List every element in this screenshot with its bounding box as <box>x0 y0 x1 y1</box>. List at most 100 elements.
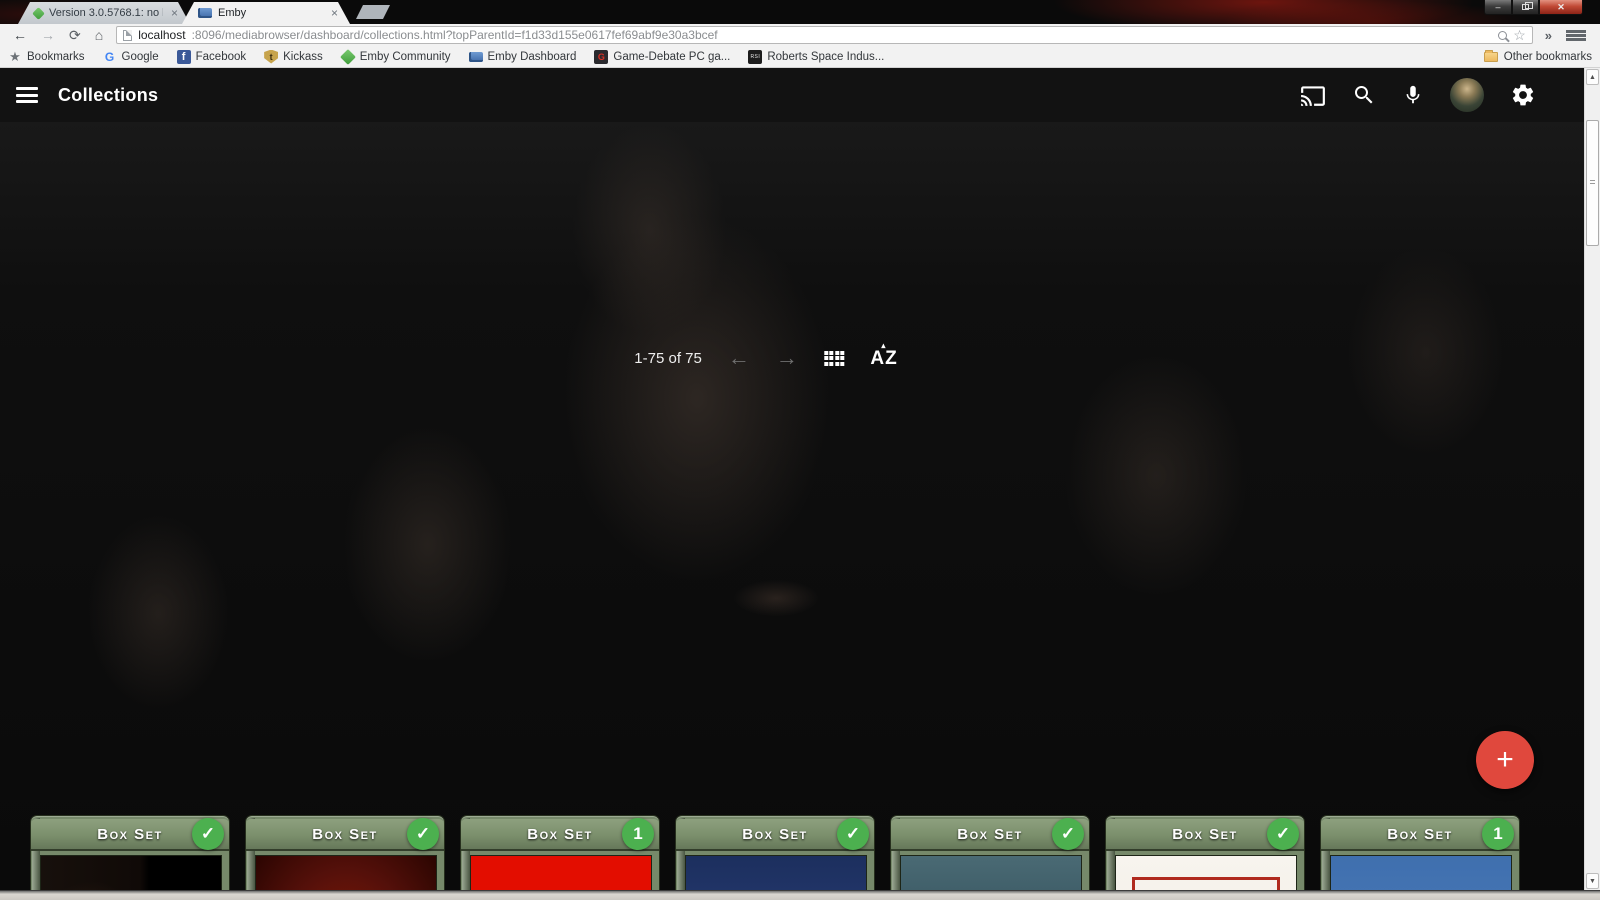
boxset-card[interactable]: Box Set ✓ <box>890 815 1090 890</box>
chrome-menu-icon[interactable] <box>1566 29 1586 41</box>
bookmark-item[interactable]: Bookmarks <box>8 50 85 64</box>
cast-icon[interactable] <box>1300 84 1326 106</box>
card-header: Box Set ✓ <box>246 818 444 851</box>
user-avatar[interactable] <box>1450 78 1484 112</box>
card-header: Box Set ✓ <box>676 818 874 851</box>
browser-tab-version[interactable]: Version 3.0.5768.1: no libra × <box>18 2 190 24</box>
poster-image <box>1115 855 1297 890</box>
bookmark-label: Kickass <box>283 50 323 63</box>
synced-check-badge: ✓ <box>192 818 224 850</box>
count-badge: 1 <box>622 818 654 850</box>
restore-icon <box>1522 2 1533 10</box>
browser-tab-emby[interactable]: Emby × <box>182 2 350 24</box>
zoom-search-icon[interactable] <box>1498 30 1508 40</box>
minimize-button[interactable]: – <box>1484 0 1512 15</box>
emby-app: Collections 1-75 of 75 ← → A ▴ Z Box Set… <box>0 68 1600 890</box>
window-titlebar: Version 3.0.5768.1: no libra × Emby × – … <box>0 0 1600 24</box>
close-button[interactable]: ✕ <box>1539 0 1583 15</box>
card-header: Box Set 1 <box>461 818 659 851</box>
bookmarks-bar: Bookmarks Google Facebook Kickass Emby Commu… <box>0 46 1600 68</box>
bookmark-item[interactable]: Emby Dashboard <box>468 50 577 63</box>
page-range-label: 1-75 of 75 <box>634 349 702 367</box>
card-header: Box Set ✓ <box>891 818 1089 851</box>
poster-image <box>40 855 222 890</box>
scrollbar-thumb[interactable] <box>1586 120 1599 246</box>
emby-icon <box>468 51 483 62</box>
poster-image <box>900 855 1082 890</box>
synced-check-badge: ✓ <box>407 818 439 850</box>
other-bookmarks-label: Other bookmarks <box>1503 50 1592 63</box>
address-bar[interactable]: localhost :8096/mediabrowser/dashboard/c… <box>116 26 1533 44</box>
previous-page-icon[interactable]: ← <box>728 347 750 369</box>
bookmark-label: Emby Community <box>359 50 451 63</box>
card-header: Box Set ✓ <box>31 818 229 851</box>
bookmark-item[interactable]: Google <box>103 50 159 64</box>
folder-icon <box>1483 49 1498 62</box>
bookmark-item[interactable]: Facebook <box>176 49 247 64</box>
tab-close-icon[interactable]: × <box>329 7 340 19</box>
poster-image <box>470 855 652 890</box>
sort-caret-icon: ▴ <box>881 341 887 350</box>
collection-backdrop-image <box>0 122 1584 890</box>
card-header: Box Set ✓ <box>1106 818 1304 851</box>
header-icons <box>1300 78 1584 112</box>
bookmark-label: Emby Dashboard <box>487 50 577 63</box>
menu-icon[interactable] <box>16 87 38 103</box>
settings-gear-icon[interactable] <box>1510 82 1536 108</box>
boxset-card[interactable]: Box Set ✓ <box>30 815 230 890</box>
grid-view-icon[interactable] <box>823 350 845 366</box>
window-controls: – ✕ <box>1484 0 1583 15</box>
tab-title: Version 3.0.5768.1: no libra <box>49 7 160 19</box>
maximize-button[interactable] <box>1512 0 1539 15</box>
scroll-up-button[interactable]: ▲ <box>1586 69 1599 85</box>
add-collection-fab[interactable]: + <box>1476 731 1534 789</box>
boxset-card[interactable]: Box Set 1 <box>1320 815 1520 890</box>
card-title: Box Set <box>312 825 378 843</box>
url-path: :8096/mediabrowser/dashboard/collections… <box>191 28 718 42</box>
bookmark-label: Roberts Space Indus... <box>767 50 885 63</box>
card-title: Box Set <box>97 825 163 843</box>
bookmark-item[interactable]: Kickass <box>264 49 323 64</box>
window-bottom-border <box>0 890 1600 900</box>
bookmark-label: Facebook <box>195 50 247 63</box>
page-scrollbar[interactable]: ▲ ▼ <box>1584 68 1600 890</box>
emby-header: Collections <box>0 68 1584 122</box>
boxset-card[interactable]: Box Set ✓ <box>1105 815 1305 890</box>
extensions-overflow-icon[interactable]: » <box>1539 28 1558 43</box>
emby-favicon <box>198 8 212 18</box>
other-bookmarks-button[interactable]: Other bookmarks <box>1483 49 1592 63</box>
page-title: Collections <box>58 84 159 105</box>
sort-alphabetical-icon[interactable]: A ▴ Z <box>870 341 897 370</box>
new-tab-button[interactable] <box>356 5 390 19</box>
back-button[interactable]: ← <box>6 28 34 42</box>
card-title: Box Set <box>527 825 593 843</box>
refresh-button[interactable]: ⟳ <box>62 28 88 42</box>
next-page-icon[interactable]: → <box>776 347 798 369</box>
count-badge: 1 <box>1482 818 1514 850</box>
search-icon[interactable] <box>1352 83 1376 107</box>
boxset-cards-row: Box Set ✓ Box Set ✓ Box Set 1 Box Set ✓ Box Set ✓… <box>30 815 1520 890</box>
emby-diamond-favicon <box>32 7 45 20</box>
boxset-card[interactable]: Box Set ✓ <box>675 815 875 890</box>
page-icon <box>123 29 133 41</box>
card-title: Box Set <box>957 825 1023 843</box>
star-icon <box>8 50 22 64</box>
url-host: localhost <box>138 28 186 42</box>
boxset-card[interactable]: Box Set 1 <box>460 815 660 890</box>
scroll-down-button[interactable]: ▼ <box>1586 873 1599 889</box>
home-button[interactable]: ⌂ <box>88 28 110 42</box>
facebook-icon <box>176 49 191 64</box>
microphone-icon[interactable] <box>1402 83 1424 107</box>
poster-image <box>255 855 437 890</box>
bookmark-item[interactable]: Roberts Space Indus... <box>748 49 885 64</box>
forward-button[interactable]: → <box>34 28 62 42</box>
synced-check-badge: ✓ <box>1052 818 1084 850</box>
bookmark-star-icon[interactable]: ☆ <box>1513 28 1526 42</box>
bookmark-item[interactable]: Game-Debate PC ga... <box>594 49 730 64</box>
plus-icon: + <box>1496 743 1514 776</box>
card-title: Box Set <box>1387 825 1453 843</box>
tab-title: Emby <box>218 7 247 19</box>
boxset-card[interactable]: Box Set ✓ <box>245 815 445 890</box>
bookmark-item[interactable]: Emby Community <box>339 48 451 65</box>
tab-close-icon[interactable]: × <box>169 7 180 19</box>
